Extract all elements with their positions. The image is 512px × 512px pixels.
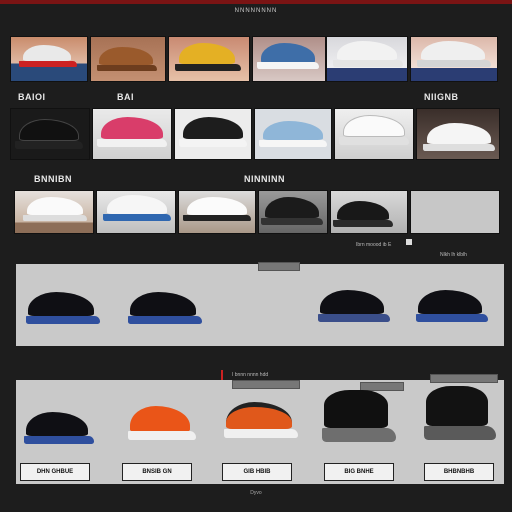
product-thumbnail-8[interactable] xyxy=(92,108,172,160)
product-caption-1[interactable]: DHN GHBUE xyxy=(20,463,90,481)
product-thumbnail-16[interactable] xyxy=(258,190,328,234)
product-thumbnail-17[interactable] xyxy=(330,190,408,234)
featured-shoe-5[interactable] xyxy=(24,412,94,444)
sneaker-image xyxy=(423,123,495,151)
section-label-left: BAIOI xyxy=(18,92,46,102)
product-caption-3[interactable]: GIB HBIB xyxy=(222,463,292,481)
top-accent-bar xyxy=(0,0,512,4)
sneaker-image xyxy=(97,47,157,71)
product-thumbnail-5[interactable] xyxy=(326,36,408,82)
panel-handle[interactable] xyxy=(232,380,300,389)
featured-shoe-7[interactable] xyxy=(224,402,298,438)
panel-info-text-bottom: I bnnn nnnn hdd xyxy=(232,372,269,378)
sneaker-image xyxy=(183,197,251,221)
sneaker-image xyxy=(333,201,393,227)
product-thumbnail-12[interactable] xyxy=(416,108,500,160)
product-thumbnail-15[interactable] xyxy=(178,190,256,234)
sneaker-image xyxy=(257,43,319,69)
panel-handle[interactable] xyxy=(258,262,300,271)
section-label-right: NIIGNB xyxy=(424,92,459,102)
sneaker-image xyxy=(103,195,171,221)
panel-info-text-right: Nlkh lh klblh xyxy=(440,252,467,258)
product-thumbnail-6[interactable] xyxy=(410,36,498,82)
product-thumbnail-18[interactable] xyxy=(410,190,500,234)
sneaker-image xyxy=(339,115,409,145)
product-thumbnail-3[interactable] xyxy=(168,36,250,82)
sneaker-image xyxy=(23,197,87,221)
product-thumbnail-14[interactable] xyxy=(96,190,176,234)
sneaker-image xyxy=(179,117,247,147)
sneaker-image xyxy=(259,121,327,147)
product-thumbnail-11[interactable] xyxy=(334,108,414,160)
featured-shoe-4[interactable] xyxy=(416,290,488,322)
product-thumbnail-13[interactable] xyxy=(14,190,94,234)
product-thumbnail-9[interactable] xyxy=(174,108,252,160)
product-thumbnail-4[interactable] xyxy=(252,36,326,82)
sneaker-image xyxy=(175,43,241,71)
panel-info-text: Ibrn moood ib E xyxy=(356,242,392,248)
footer-text: Dyvo xyxy=(250,490,262,496)
sneaker-image xyxy=(19,45,77,67)
product-thumbnail-10[interactable] xyxy=(254,108,332,160)
sneaker-image xyxy=(15,119,83,149)
site-title: NNNNNNNN xyxy=(234,8,278,14)
product-caption-2[interactable]: BNSIB GN xyxy=(122,463,192,481)
product-caption-5[interactable]: BHBNBHB xyxy=(424,463,494,481)
sneaker-image xyxy=(417,41,491,67)
featured-shoe-2[interactable] xyxy=(128,292,202,324)
featured-shoe-3[interactable] xyxy=(318,290,390,322)
featured-shoe-6[interactable] xyxy=(128,406,196,440)
product-thumbnail-1[interactable] xyxy=(10,36,88,82)
featured-shoe-9[interactable] xyxy=(424,386,496,440)
panel-handle[interactable] xyxy=(430,374,498,383)
sneaker-image xyxy=(333,41,403,67)
featured-shoe-8[interactable] xyxy=(322,390,396,442)
accent-marker xyxy=(221,370,223,380)
section-label-mid: BAI xyxy=(117,92,134,102)
sneaker-image xyxy=(97,117,167,147)
section-label-left-2: BNNIBN xyxy=(34,174,72,184)
product-thumbnail-2[interactable] xyxy=(90,36,166,82)
featured-shoe-1[interactable] xyxy=(26,292,100,324)
accent-marker xyxy=(406,239,412,245)
section-label-right-2: NINNINN xyxy=(244,174,285,184)
product-thumbnail-7[interactable] xyxy=(10,108,90,160)
product-caption-4[interactable]: BIG BNHE xyxy=(324,463,394,481)
sneaker-image xyxy=(261,197,323,225)
